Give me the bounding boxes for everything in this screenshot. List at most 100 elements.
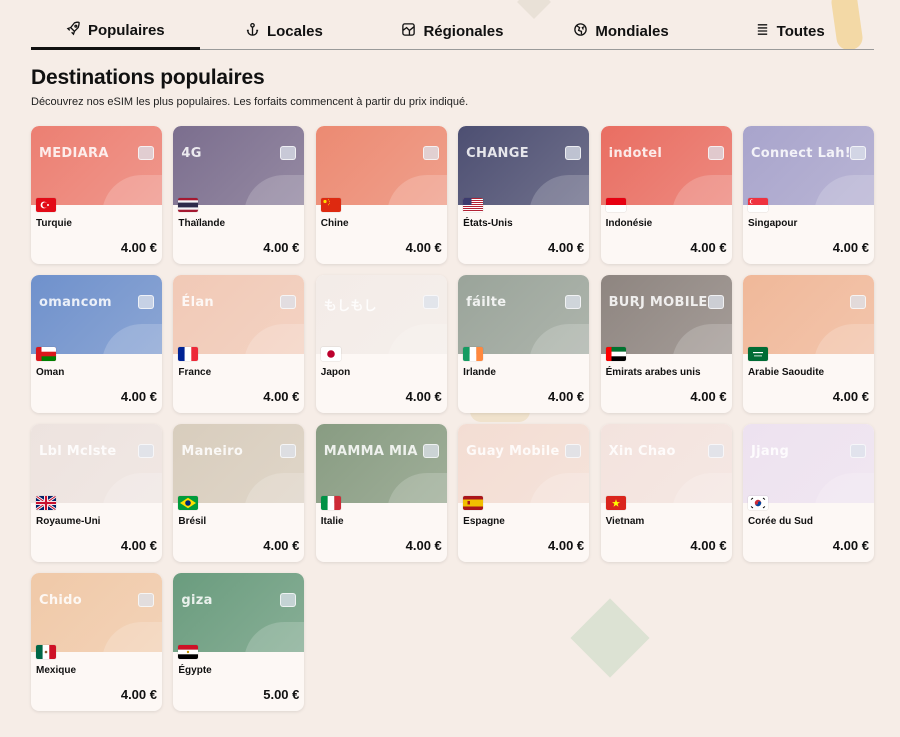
price-label: 4.00 € bbox=[832, 538, 869, 553]
sim-chip-icon bbox=[849, 146, 866, 160]
tab-mondiales[interactable]: Mondiales bbox=[537, 14, 706, 49]
price-label: 4.00 € bbox=[548, 389, 585, 404]
destination-card-eg[interactable]: giza Égypte 5.00 € bbox=[173, 573, 305, 711]
card-brand-text: omancom bbox=[39, 295, 112, 310]
card-brand-text: MEDIARA bbox=[39, 146, 109, 161]
sim-chip-icon bbox=[422, 295, 439, 309]
sim-chip-icon bbox=[849, 295, 866, 309]
tab-toutes[interactable]: Toutes bbox=[705, 14, 874, 49]
country-name: Japon bbox=[320, 367, 351, 378]
destination-card-th[interactable]: 4G Thaïlande 4.00 € bbox=[173, 126, 305, 264]
destination-card-om[interactable]: omancom Oman 4.00 € bbox=[31, 275, 162, 413]
destination-card-kr[interactable]: Jjang Corée du Sud 4.00 € bbox=[742, 424, 874, 562]
destination-card-sa[interactable]: Arabie Saoudite 4.00 € bbox=[742, 275, 874, 413]
destination-card-tr[interactable]: MEDIARA Turquie 4.00 € bbox=[31, 126, 162, 264]
destination-card-es[interactable]: Guay Mobile Espagne 4.00 € bbox=[458, 424, 590, 562]
country-name: Espagne bbox=[463, 516, 505, 527]
page-subtitle: Découvrez nos eSIM les plus populaires. … bbox=[31, 96, 469, 108]
flag-sa-icon bbox=[747, 347, 768, 361]
flag-br-icon bbox=[178, 496, 199, 510]
sim-chip-icon bbox=[422, 444, 439, 458]
map-icon bbox=[401, 22, 416, 41]
flag-jp-icon bbox=[320, 347, 341, 361]
country-name: Corée du Sud bbox=[747, 516, 813, 527]
globe-icon bbox=[573, 22, 588, 41]
card-brand-text: もしもし bbox=[323, 299, 377, 314]
price-label: 4.00 € bbox=[548, 538, 585, 553]
price-label: 4.00 € bbox=[120, 240, 157, 255]
card-decoration bbox=[813, 324, 874, 354]
flag-om-icon bbox=[36, 347, 56, 361]
price-label: 4.00 € bbox=[120, 687, 157, 702]
destination-card-sg[interactable]: Connect Lah! Singapour 4.00 € bbox=[742, 126, 874, 264]
country-name: Turquie bbox=[36, 218, 72, 229]
destination-card-ae[interactable]: BURJ MOBILE Émirats arabes unis 4.00 € bbox=[600, 275, 732, 413]
destination-card-mx[interactable]: Chido Mexique 4.00 € bbox=[31, 573, 162, 711]
card-decoration bbox=[102, 324, 162, 354]
esim-card-image: fáilte bbox=[458, 275, 590, 354]
destination-card-us[interactable]: CHANGE États-Unis 4.00 € bbox=[458, 126, 590, 264]
card-decoration bbox=[671, 175, 732, 205]
sim-chip-icon bbox=[707, 444, 724, 458]
flag-fr-icon bbox=[178, 347, 199, 361]
sim-chip-icon bbox=[849, 444, 866, 458]
card-decoration bbox=[386, 324, 447, 354]
country-name: Arabie Saoudite bbox=[747, 367, 825, 378]
flag-mx-icon bbox=[36, 645, 56, 659]
esim-card-image: Lbl Mclste bbox=[31, 424, 162, 503]
esim-card-image: Guay Mobile bbox=[458, 424, 590, 503]
esim-card-image: Jjang bbox=[742, 424, 874, 503]
flag-vn-icon bbox=[605, 496, 626, 510]
destination-card-id[interactable]: indotel Indonésie 4.00 € bbox=[600, 126, 732, 264]
tab-populaires[interactable]: Populaires bbox=[31, 14, 200, 50]
sim-chip-icon bbox=[707, 295, 724, 309]
card-decoration bbox=[529, 473, 590, 503]
destination-card-fr[interactable]: Élan France 4.00 € bbox=[173, 275, 305, 413]
list-icon bbox=[755, 22, 770, 41]
card-decoration bbox=[244, 175, 305, 205]
tab-label: Locales bbox=[266, 23, 323, 40]
sim-chip-icon bbox=[707, 146, 724, 160]
flag-ie-icon bbox=[463, 347, 484, 361]
card-brand-text: BURJ MOBILE bbox=[608, 295, 708, 310]
price-label: 4.00 € bbox=[120, 538, 157, 553]
country-name: Irlande bbox=[463, 367, 496, 378]
tab-label: Populaires bbox=[87, 22, 165, 39]
flag-es-icon bbox=[463, 496, 484, 510]
card-brand-text: Élan bbox=[181, 295, 214, 310]
esim-card-image: Maneiro bbox=[173, 424, 305, 503]
destination-card-br[interactable]: Maneiro Brésil 4.00 € bbox=[173, 424, 305, 562]
sim-chip-icon bbox=[565, 146, 582, 160]
tab-regionales[interactable]: Régionales bbox=[368, 14, 537, 49]
anchor-icon bbox=[245, 22, 260, 41]
price-label: 5.00 € bbox=[263, 687, 300, 702]
destination-card-cn[interactable]: Chine 4.00 € bbox=[315, 126, 447, 264]
price-label: 4.00 € bbox=[548, 240, 585, 255]
sim-chip-icon bbox=[138, 444, 154, 458]
destination-card-gb[interactable]: Lbl Mclste Royaume-Uni 4.00 € bbox=[31, 424, 162, 562]
flag-kr-icon bbox=[747, 496, 768, 510]
card-brand-text: MAMMA MIA bbox=[323, 444, 418, 459]
destination-card-ie[interactable]: fáilte Irlande 4.00 € bbox=[458, 275, 590, 413]
price-label: 4.00 € bbox=[405, 538, 442, 553]
card-brand-text: Jjang bbox=[750, 444, 790, 459]
country-name: Italie bbox=[320, 516, 344, 527]
price-label: 4.00 € bbox=[120, 389, 157, 404]
card-brand-text: indotel bbox=[608, 146, 663, 161]
esim-card-image: giza bbox=[173, 573, 305, 652]
card-decoration bbox=[244, 324, 305, 354]
section-header: Destinations populaires Découvrez nos eS… bbox=[31, 66, 468, 108]
rocket-icon bbox=[66, 21, 81, 40]
sim-chip-icon bbox=[565, 444, 582, 458]
card-decoration bbox=[244, 622, 305, 652]
destination-card-jp[interactable]: もしもし Japon 4.00 € bbox=[315, 275, 447, 413]
destination-card-vn[interactable]: Xin Chao Vietnam 4.00 € bbox=[600, 424, 732, 562]
card-decoration bbox=[102, 622, 162, 652]
destination-card-it[interactable]: MAMMA MIA Italie 4.00 € bbox=[315, 424, 447, 562]
sim-chip-icon bbox=[280, 295, 297, 309]
tab-locales[interactable]: Locales bbox=[200, 14, 369, 49]
card-decoration bbox=[671, 473, 732, 503]
esim-card-image: MAMMA MIA bbox=[315, 424, 447, 503]
esim-card-image: indotel bbox=[600, 126, 732, 205]
card-brand-text: Maneiro bbox=[181, 444, 244, 459]
